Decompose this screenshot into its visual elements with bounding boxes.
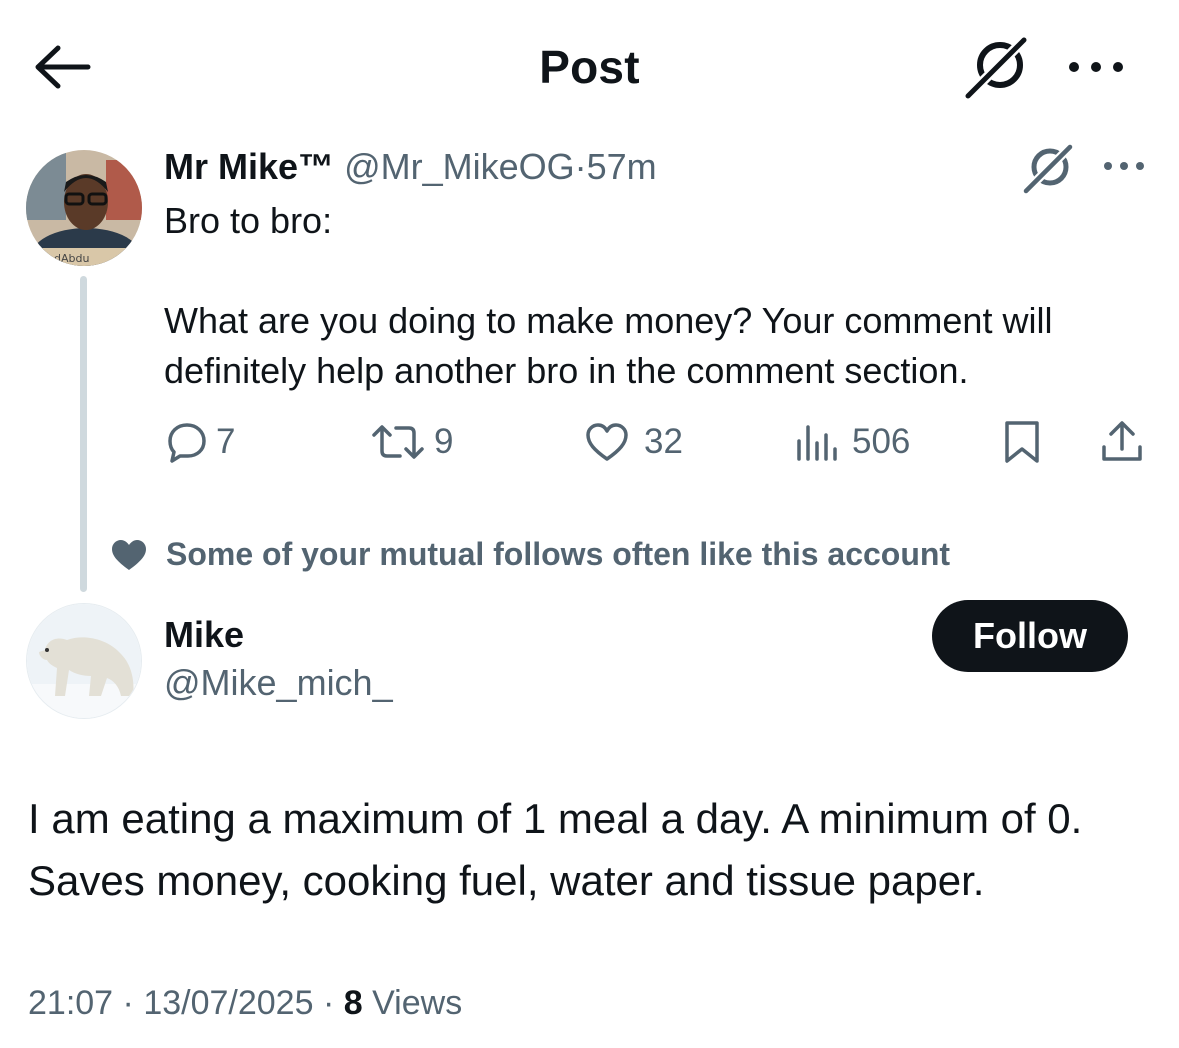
timestamp[interactable]: 57m <box>587 146 657 187</box>
more-horizontal-icon <box>1104 162 1144 170</box>
views-label: Views <box>372 984 463 1022</box>
display-name[interactable]: Mike <box>164 614 244 656</box>
reply-icon <box>168 423 206 463</box>
reply-count: 7 <box>216 422 236 461</box>
like-button[interactable]: 32 <box>584 414 683 470</box>
avatar[interactable]: dAbdu <box>26 150 142 266</box>
social-context-text: Some of your mutual follows often like t… <box>166 536 951 572</box>
avatar[interactable] <box>26 603 142 719</box>
meta-separator: · <box>322 984 335 1022</box>
share-button[interactable] <box>1100 414 1144 470</box>
follow-button[interactable]: Follow <box>932 600 1128 672</box>
post-time[interactable]: 21:07 <box>28 984 113 1022</box>
bookmark-button[interactable] <box>1002 414 1042 470</box>
views-count: 8 <box>343 984 363 1022</box>
post-meta: 21:07 · 13/07/2025 · 8 Views <box>28 984 462 1023</box>
repost-button[interactable]: 9 <box>370 414 453 470</box>
post-date[interactable]: 13/07/2025 <box>143 984 313 1022</box>
grok-icon <box>1021 142 1075 196</box>
avatar-caption: dAbdu <box>54 252 89 265</box>
avatar-photo <box>27 604 141 718</box>
display-name[interactable]: Mr Mike™ <box>164 146 334 187</box>
social-context: Some of your mutual follows often like t… <box>110 536 950 573</box>
heart-icon <box>586 423 628 461</box>
separator: · <box>574 146 587 187</box>
thread-line <box>80 276 87 592</box>
analytics-icon <box>797 425 837 461</box>
avatar-photo: dAbdu <box>26 150 142 266</box>
tweet-grok-button[interactable] <box>1020 142 1078 196</box>
heart-filled-icon <box>112 539 146 570</box>
tweet-more-button[interactable] <box>1102 158 1146 174</box>
grok-button[interactable] <box>962 34 1034 101</box>
repost-count: 9 <box>434 422 454 461</box>
views-button[interactable]: 506 <box>794 414 910 470</box>
tweet-text: Bro to bro: What are you doing to make m… <box>164 200 1053 391</box>
post-text: I am eating a maximum of 1 meal a day. A… <box>28 795 1083 904</box>
more-horizontal-icon <box>1069 62 1123 72</box>
meta-separator: · <box>122 984 134 1022</box>
handle[interactable]: @Mike_mich_ <box>164 662 393 704</box>
handle[interactable]: @Mr_MikeOG <box>344 146 575 187</box>
repost-icon <box>372 425 424 459</box>
tweet-header: Mr Mike™ @Mr_MikeOG·57m <box>164 146 657 188</box>
grok-icon <box>963 35 1029 101</box>
like-count: 32 <box>644 422 683 461</box>
share-icon <box>1102 421 1142 461</box>
reply-button[interactable]: 7 <box>166 414 235 470</box>
bookmark-icon <box>1005 421 1039 463</box>
more-options-button[interactable] <box>1064 56 1128 78</box>
view-count: 506 <box>852 422 911 461</box>
